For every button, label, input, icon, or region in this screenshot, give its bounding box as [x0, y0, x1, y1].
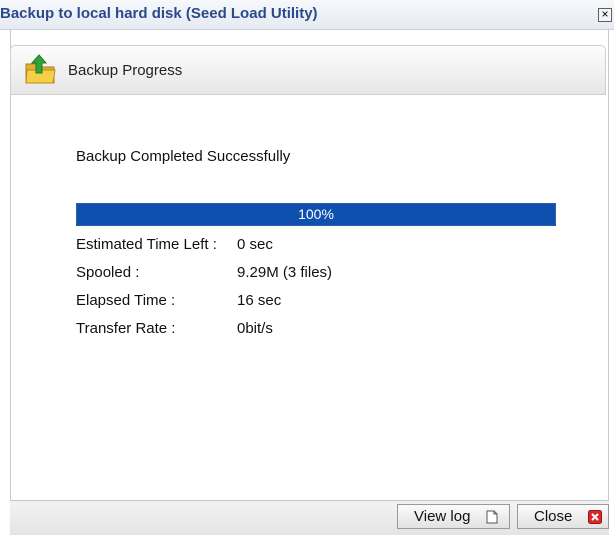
progress-bar: 100% — [76, 203, 556, 226]
title-bar: Backup to local hard disk (Seed Load Uti… — [0, 0, 614, 30]
view-log-label: View log — [414, 508, 471, 525]
document-icon — [486, 510, 498, 524]
status-message: Backup Completed Successfully — [76, 148, 291, 165]
view-log-button[interactable]: View log — [397, 504, 510, 529]
progress-label: 100% — [298, 206, 334, 222]
folder-upload-icon — [25, 54, 56, 84]
close-label: Close — [534, 508, 573, 525]
close-button[interactable]: Close — [517, 504, 609, 529]
elapsed-time-value: 16 sec — [237, 292, 282, 309]
elapsed-time-label: Elapsed Time : — [76, 292, 176, 309]
transfer-rate-value: 0bit/s — [237, 320, 273, 337]
backup-dialog: Backup to local hard disk (Seed Load Uti… — [0, 0, 614, 535]
spooled-value: 9.29M (3 files) — [237, 264, 333, 281]
transfer-rate-label: Transfer Rate : — [76, 320, 176, 337]
estimated-time-left-value: 0 sec — [237, 236, 273, 253]
window-close-button[interactable]: × — [598, 8, 612, 22]
section-title: Backup Progress — [68, 62, 183, 79]
estimated-time-left-label: Estimated Time Left : — [76, 236, 217, 253]
window-title: Backup to local hard disk (Seed Load Uti… — [0, 5, 318, 22]
close-red-icon — [588, 510, 602, 524]
spooled-label: Spooled : — [76, 264, 140, 281]
